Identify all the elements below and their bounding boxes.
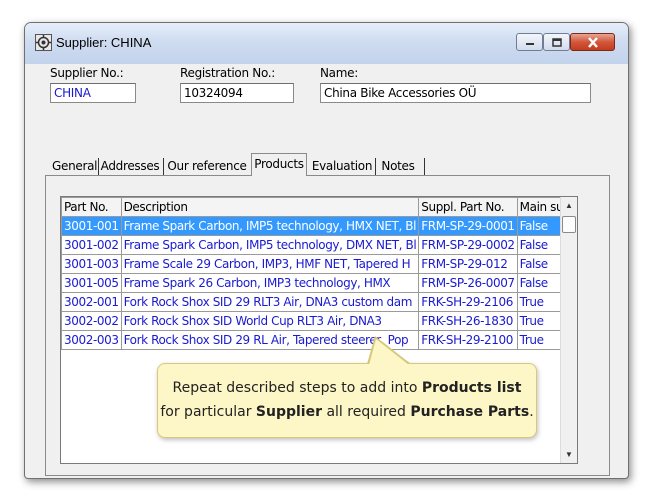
cell-description[interactable]: Fork Rock Shox SID World Cup RLT3 Air, D… bbox=[120, 311, 420, 331]
tab-general[interactable]: General bbox=[52, 156, 98, 176]
column-header-description[interactable]: Description bbox=[120, 197, 420, 217]
cell-suppl-part-no[interactable]: FRK-SH-26-1830 bbox=[418, 311, 518, 331]
column-header-suppl-part-no[interactable]: Suppl. Part No. bbox=[418, 197, 518, 217]
table-row[interactable]: 3001-005 Frame Spark 26 Carbon, IMP3 tec… bbox=[61, 273, 577, 293]
callout-text: Repeat described steps to add into Produ… bbox=[158, 376, 536, 424]
tab-separator bbox=[375, 158, 376, 175]
scroll-down-arrow-icon[interactable]: ▼ bbox=[561, 446, 577, 463]
callout-line2-bold-parts: Purchase Parts bbox=[410, 404, 530, 420]
cell-part-no[interactable]: 3002-002 bbox=[61, 311, 122, 331]
tab-separator bbox=[163, 158, 164, 175]
cell-part-no[interactable]: 3002-003 bbox=[61, 330, 122, 350]
table-header-row: Part No. Description Suppl. Part No. Mai… bbox=[61, 197, 577, 217]
cell-description[interactable]: Frame Spark Carbon, IMP5 technology, DMX… bbox=[120, 235, 420, 255]
callout-line1-prefix: Repeat described steps to add into bbox=[172, 380, 422, 396]
cell-description[interactable]: Frame Scale 29 Carbon, IMP3, HMF NET, Ta… bbox=[120, 254, 420, 274]
tab-our-reference[interactable]: Our reference bbox=[166, 156, 248, 176]
registration-no-label: Registration No.: bbox=[180, 66, 276, 80]
cell-description[interactable]: Frame Spark 26 Carbon, IMP3 technology, … bbox=[120, 273, 420, 293]
cell-suppl-part-no[interactable]: FRM-SP-29-0002 bbox=[418, 235, 518, 255]
tab-evaluation[interactable]: Evaluation bbox=[311, 156, 373, 176]
table-row[interactable]: 3002-002 Fork Rock Shox SID World Cup RL… bbox=[61, 311, 577, 331]
cell-part-no[interactable]: 3002-001 bbox=[61, 292, 122, 312]
tab-addresses[interactable]: Addresses bbox=[100, 156, 160, 176]
cell-part-no[interactable]: 3001-003 bbox=[61, 254, 122, 274]
maximize-button[interactable] bbox=[543, 33, 570, 51]
close-icon bbox=[587, 36, 598, 48]
supplier-no-field[interactable]: CHINA bbox=[50, 83, 136, 103]
products-table: Part No. Description Suppl. Part No. Mai… bbox=[61, 197, 577, 350]
cell-suppl-part-no[interactable]: FRM-SP-29-012 bbox=[418, 254, 518, 274]
minimize-button[interactable] bbox=[516, 33, 543, 51]
callout-line1-bold: Products list bbox=[421, 380, 522, 396]
minimize-icon bbox=[525, 43, 534, 45]
cell-suppl-part-no[interactable]: FRK-SH-29-2106 bbox=[418, 292, 518, 312]
maximize-icon bbox=[551, 37, 562, 47]
callout-line2-prefix: for particular bbox=[160, 404, 256, 420]
tab-notes[interactable]: Notes bbox=[378, 156, 418, 176]
tab-separator bbox=[98, 158, 99, 175]
cell-suppl-part-no[interactable]: FRK-SH-29-2100 bbox=[418, 330, 518, 350]
callout-line2-suffix: . bbox=[529, 404, 534, 420]
supplier-app-icon bbox=[35, 34, 52, 51]
tab-separator bbox=[424, 158, 425, 175]
table-row[interactable]: 3001-002 Frame Spark Carbon, IMP5 techno… bbox=[61, 235, 577, 255]
window-title: Supplier: CHINA bbox=[56, 35, 152, 50]
table-row[interactable]: 3001-001 Frame Spark Carbon, IMP5 techno… bbox=[61, 216, 577, 236]
callout-line2-bold-supplier: Supplier bbox=[255, 404, 322, 420]
supplier-no-label: Supplier No.: bbox=[50, 66, 124, 80]
cell-part-no[interactable]: 3001-002 bbox=[61, 235, 122, 255]
tab-products[interactable]: Products bbox=[251, 153, 307, 176]
registration-no-field[interactable]: 10324094 bbox=[180, 83, 294, 103]
cell-description[interactable]: Fork Rock Shox SID 29 RLT3 Air, DNA3 cus… bbox=[120, 292, 420, 312]
table-row[interactable]: 3002-003 Fork Rock Shox SID 29 RL Air, T… bbox=[61, 330, 577, 350]
cell-suppl-part-no[interactable]: FRM-SP-26-0007 bbox=[418, 273, 518, 293]
name-label: Name: bbox=[320, 66, 358, 80]
table-row[interactable]: 3002-001 Fork Rock Shox SID 29 RLT3 Air,… bbox=[61, 292, 577, 312]
column-header-part-no[interactable]: Part No. bbox=[61, 197, 122, 217]
cell-suppl-part-no[interactable]: FRM-SP-29-0001 bbox=[418, 216, 518, 236]
cell-description[interactable]: Frame Spark Carbon, IMP5 technology, HMX… bbox=[120, 216, 420, 236]
name-field[interactable]: China Bike Accessories OÜ bbox=[320, 83, 591, 103]
vertical-scrollbar[interactable]: ▲ ▼ bbox=[560, 197, 577, 463]
close-button[interactable] bbox=[570, 33, 615, 51]
cell-part-no[interactable]: 3001-005 bbox=[61, 273, 122, 293]
instruction-callout: Repeat described steps to add into Produ… bbox=[157, 363, 537, 438]
table-row[interactable]: 3001-003 Frame Scale 29 Carbon, IMP3, HM… bbox=[61, 254, 577, 274]
callout-line2-mid: all required bbox=[322, 404, 411, 420]
title-bar[interactable]: Supplier: CHINA bbox=[25, 23, 628, 64]
scroll-up-arrow-icon[interactable]: ▲ bbox=[561, 197, 577, 214]
scrollbar-thumb[interactable] bbox=[562, 216, 576, 233]
cell-part-no[interactable]: 3001-001 bbox=[61, 216, 122, 236]
callout-pointer-fill bbox=[369, 339, 409, 365]
